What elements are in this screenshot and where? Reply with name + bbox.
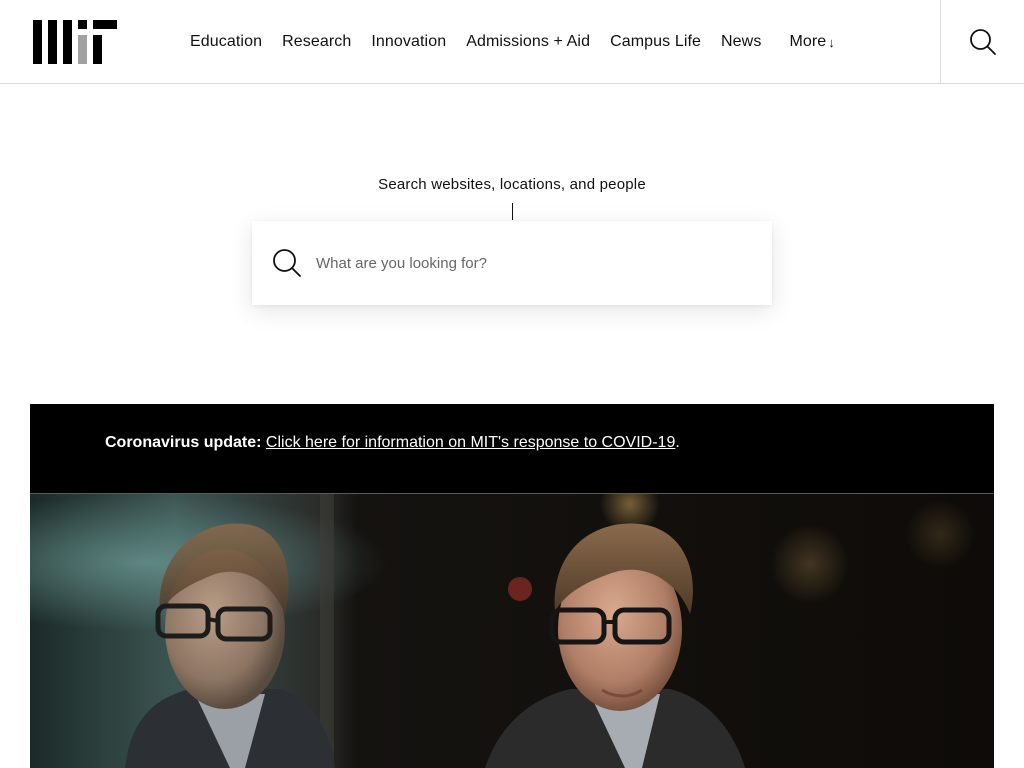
alert-text: Coronavirus update: Click here for infor… (105, 434, 680, 452)
search-box (252, 221, 772, 305)
arrow-down-icon: ↓ (828, 34, 835, 50)
nav-campus-life[interactable]: Campus Life (610, 33, 701, 51)
search-input[interactable] (316, 243, 736, 283)
nav-research[interactable]: Research (282, 33, 351, 51)
nav-more-button[interactable]: More ↓ (789, 33, 834, 51)
search-icon (969, 29, 996, 55)
header-search-button[interactable] (940, 0, 1024, 84)
hero-image[interactable] (30, 494, 994, 768)
search-icon (273, 249, 301, 277)
main-nav: Education Research Innovation Admissions… (190, 0, 855, 84)
covid-info-link[interactable]: Click here for information on MIT's resp… (266, 434, 675, 451)
alert-title: Coronavirus update: (105, 434, 262, 451)
hero-portrait-image (30, 494, 994, 768)
covid-alert-banner: Coronavirus update: Click here for infor… (30, 404, 994, 494)
alert-period: . (675, 434, 680, 451)
nav-news[interactable]: News (721, 33, 761, 51)
nav-innovation[interactable]: Innovation (371, 33, 446, 51)
search-divider-line (512, 203, 513, 220)
site-header: Education Research Innovation Admissions… (0, 0, 1024, 84)
nav-more-label: More (789, 33, 827, 50)
nav-education[interactable]: Education (190, 33, 262, 51)
nav-admissions-aid[interactable]: Admissions + Aid (466, 33, 590, 51)
search-heading: Search websites, locations, and people (378, 176, 646, 193)
mit-logo[interactable] (33, 20, 117, 64)
